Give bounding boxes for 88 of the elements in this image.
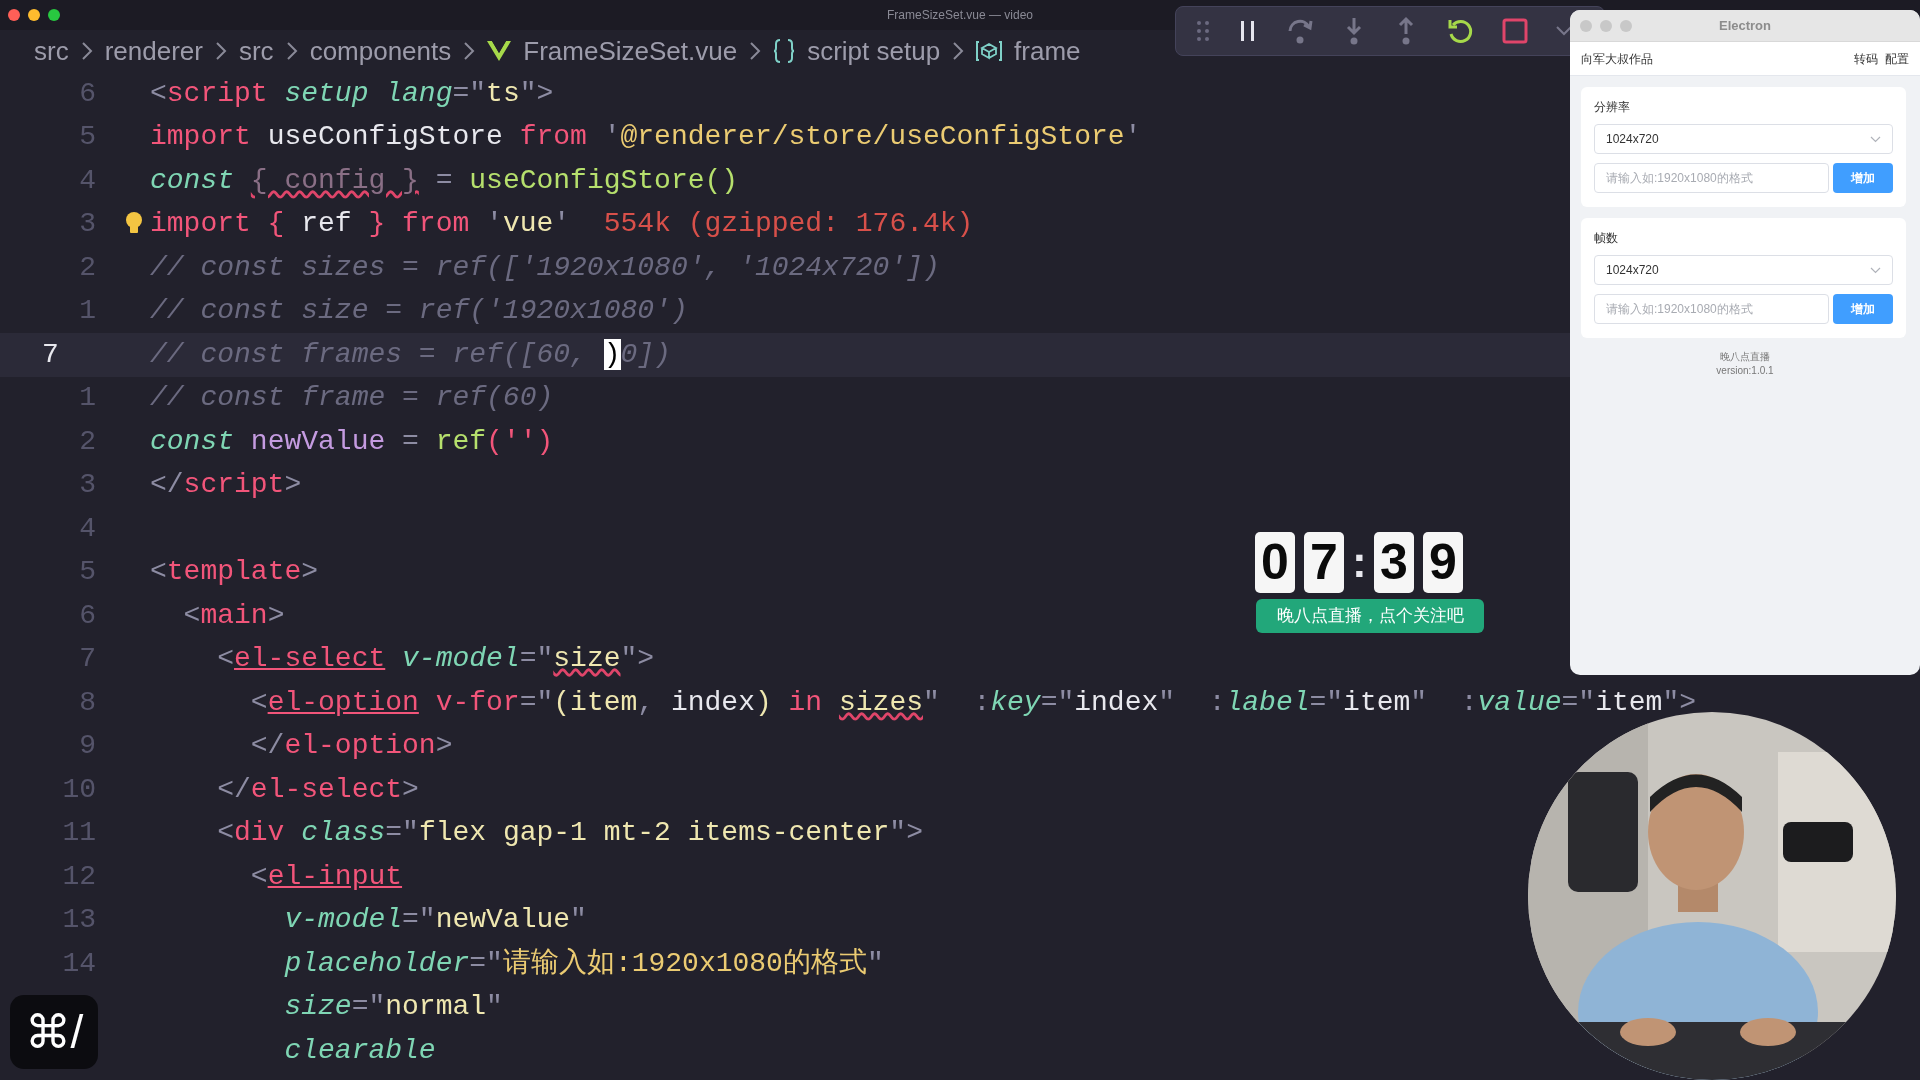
cube-icon <box>976 40 1003 62</box>
code-line: const newValue = ref('') <box>150 424 554 459</box>
step-over-icon[interactable] <box>1286 17 1314 45</box>
code-line: </el-select> <box>216 772 419 807</box>
restart-icon[interactable] <box>1446 17 1474 45</box>
breadcrumb-item[interactable]: components <box>309 31 452 71</box>
code-line: <script setup lang="ts"> <box>150 76 554 111</box>
code-line: const { config } = useConfigStore() <box>150 163 739 198</box>
line-number: 4 <box>78 511 96 546</box>
line-number: 2 <box>78 250 96 285</box>
chevron-right-icon <box>80 41 93 61</box>
line-number: 4 <box>78 163 96 198</box>
code-line: <el-option v-for="(item, index) in sizes" :key="index" :label="item" :value="item"> <box>249 685 1696 720</box>
code-line: // const frame = ref(60) <box>150 381 554 416</box>
timer-separator: : <box>1352 536 1366 588</box>
footer-text: 晚八点直播 <box>1720 350 1770 364</box>
line-number: 7 <box>78 642 96 677</box>
braces-icon <box>773 39 796 63</box>
breadcrumb-item[interactable]: frame <box>1014 31 1081 71</box>
line-number: 8 <box>78 685 96 720</box>
code-line: v-model="newValue" <box>283 903 587 938</box>
line-number: 1 <box>78 294 96 329</box>
timer-digit: 9 <box>1423 531 1463 593</box>
line-number: 11 <box>61 816 96 851</box>
line-number: 3 <box>78 207 96 242</box>
breadcrumb-item[interactable]: script setup <box>807 31 941 71</box>
timer-digit: 7 <box>1304 531 1344 593</box>
section-label: 分辨率 <box>1594 99 1631 115</box>
line-number: 10 <box>61 772 96 807</box>
line-number: 5 <box>78 120 96 155</box>
zoom-window-button[interactable] <box>48 9 60 21</box>
breadcrumb-item[interactable]: src <box>238 31 274 71</box>
line-number: 5 <box>78 555 96 590</box>
chevron-right-icon <box>285 41 298 61</box>
vue-logo-icon <box>487 41 512 61</box>
chevron-down-icon[interactable] <box>1556 26 1572 36</box>
input-field[interactable]: 请输入如:1920x1080的格式 <box>1594 163 1830 193</box>
breadcrumb-item[interactable]: src <box>34 31 69 71</box>
code-line: </script> <box>150 468 302 503</box>
line-number: 7 <box>41 337 60 372</box>
nav-link[interactable]: 配置 <box>1885 49 1909 68</box>
stop-icon[interactable] <box>1502 18 1528 44</box>
chevron-right-icon <box>214 41 227 61</box>
breadcrumb-item[interactable]: renderer <box>104 31 203 71</box>
code-line: <el-select v-model="size"> <box>216 642 655 677</box>
code-line: // const size = ref('1920x1080') <box>150 294 688 329</box>
code-line: size="normal" <box>283 990 503 1025</box>
drag-grip-icon[interactable] <box>1196 20 1210 42</box>
follow-banner: 晚八点直播，点个关注吧 <box>1256 599 1484 633</box>
lightbulb-icon[interactable] <box>124 210 144 235</box>
line-number: 2 <box>78 424 96 459</box>
code-line: // const sizes = ref(['1920x1080', '1024x720']) <box>150 250 940 285</box>
code-line: placeholder="请输入如:1920x1080的格式" <box>283 946 884 981</box>
chevron-right-icon <box>952 41 965 61</box>
code-line: <el-input <box>249 859 403 894</box>
nav-link[interactable]: 转码 <box>1854 49 1878 68</box>
code-line: </el-option> <box>249 729 453 764</box>
chevron-right-icon <box>749 41 762 61</box>
select-field[interactable]: 1024x720 <box>1594 124 1893 154</box>
line-number: 6 <box>78 76 96 111</box>
breadcrumb-item[interactable]: FrameSizeSet.vue <box>523 31 738 71</box>
close-window-button[interactable] <box>8 9 20 21</box>
code-line: <template> <box>150 555 319 590</box>
line-number: 9 <box>78 729 96 764</box>
line-number: 6 <box>78 598 96 633</box>
code-line: clearable <box>283 1033 436 1068</box>
line-number: 14 <box>61 946 96 981</box>
code-line: <div class="flex gap-1 mt-2 items-center"> <box>216 816 923 851</box>
select-field[interactable]: 1024x720 <box>1594 255 1893 285</box>
line-number: 1 <box>78 381 96 416</box>
code-line: // const frames = ref([60, )0]) <box>150 337 671 372</box>
window-title: FrameSizeSet.vue — video <box>886 7 1034 24</box>
shortcut-overlay: ⌘/ <box>10 995 98 1069</box>
chevron-right-icon <box>463 41 476 61</box>
line-number: 3 <box>78 468 96 503</box>
code-line: import useConfigStore from '@renderer/store/useConfigStore' <box>150 120 1142 155</box>
input-field[interactable]: 请输入如:1920x1080的格式 <box>1594 294 1830 324</box>
footer-text: version:1.0.1 <box>1716 364 1774 378</box>
line-number: 13 <box>61 903 96 938</box>
code-line: import { ref } from 'vue' 554k (gzipped: 176.4k) <box>150 207 974 242</box>
app-brand: 向军大叔作品 <box>1581 50 1653 68</box>
section-label: 帧数 <box>1594 230 1619 246</box>
line-number: 12 <box>61 859 96 894</box>
code-line: <main> <box>182 598 285 633</box>
window-title: Electron <box>1719 16 1771 35</box>
timer-digit: 0 <box>1255 531 1295 593</box>
minimize-window-button[interactable] <box>28 9 40 21</box>
timer-digit: 3 <box>1374 531 1414 593</box>
